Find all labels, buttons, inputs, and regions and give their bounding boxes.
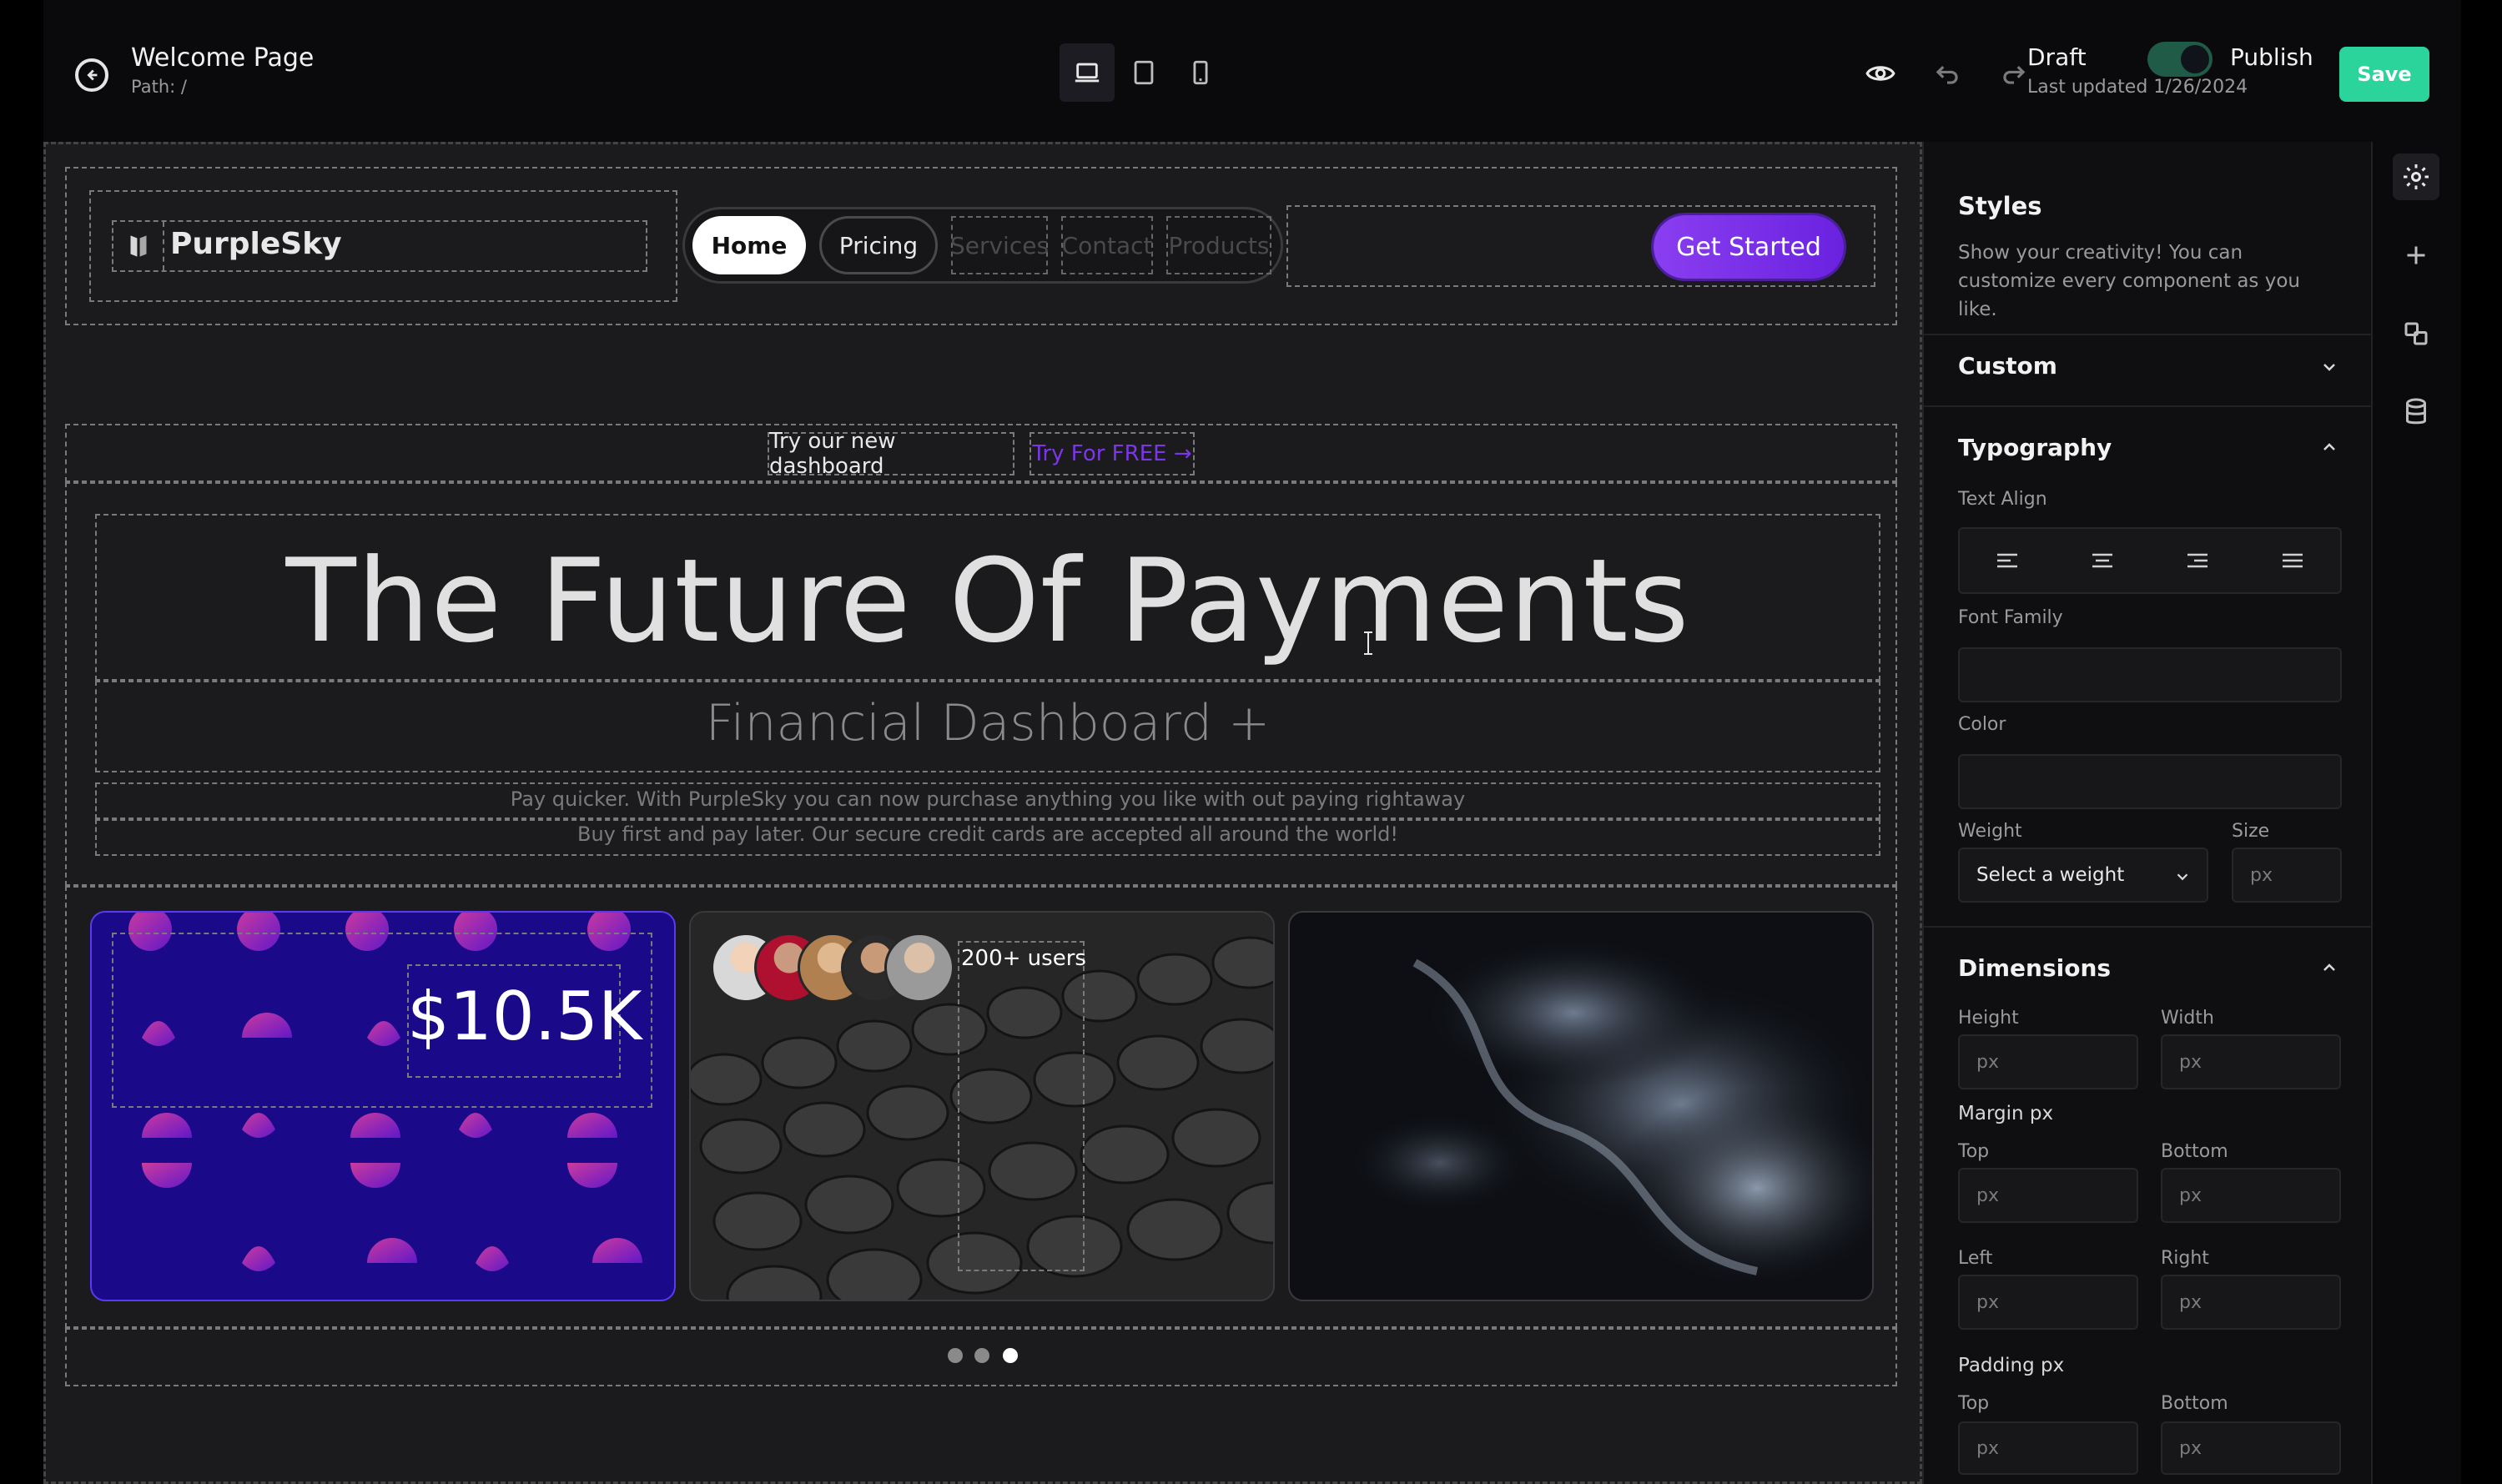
align-center-icon[interactable] xyxy=(2069,536,2136,586)
device-switcher xyxy=(1060,43,1228,102)
padding-top-input[interactable]: px xyxy=(1958,1421,2138,1475)
typography-section-title[interactable]: Typography xyxy=(1958,434,2112,461)
font-family-label: Font Family xyxy=(1958,607,2063,628)
chevron-up-icon[interactable] xyxy=(2319,958,2339,978)
page-path: Path: / xyxy=(131,77,187,97)
weight-select[interactable]: Select a weight xyxy=(1958,848,2208,903)
chevron-down-icon xyxy=(2177,873,2188,881)
margin-left-input[interactable]: px xyxy=(1958,1275,2138,1330)
database-icon[interactable] xyxy=(2393,389,2439,435)
color-label: Color xyxy=(1958,714,2006,735)
mobile-view-icon[interactable] xyxy=(1173,43,1228,102)
toggle-knob xyxy=(2181,45,2209,73)
divider xyxy=(1922,405,2371,407)
chevron-up-icon[interactable] xyxy=(2319,437,2339,457)
weight-label: Weight xyxy=(1958,821,2022,842)
carousel-dot[interactable] xyxy=(948,1348,963,1363)
draft-publish-toggle[interactable] xyxy=(2147,42,2213,77)
margin-top-input[interactable]: px xyxy=(1958,1168,2138,1223)
hero-title[interactable]: The Future Of Payments xyxy=(95,534,1880,668)
try-free-link[interactable]: Try For FREE → xyxy=(1029,432,1195,475)
brand-name: PurpleSky xyxy=(170,227,342,261)
custom-section-title[interactable]: Custom xyxy=(1958,352,2057,380)
margin-bottom-label: Bottom xyxy=(2161,1141,2228,1162)
divider xyxy=(1922,926,2371,928)
dimensions-section-title[interactable]: Dimensions xyxy=(1958,954,2111,982)
styles-title: Styles xyxy=(1958,192,2042,220)
avatar-stack xyxy=(711,933,954,1003)
announcement-text: Try our new dashboard xyxy=(768,429,1014,479)
settings-gear-icon[interactable] xyxy=(2393,153,2439,200)
weight-select-value: Select a weight xyxy=(1976,864,2125,886)
margin-right-input[interactable]: px xyxy=(2161,1275,2341,1330)
nav-home[interactable]: Home xyxy=(692,216,806,274)
save-button[interactable]: Save xyxy=(2339,47,2429,102)
carousel-dot[interactable] xyxy=(974,1348,989,1363)
padding-bottom-input[interactable]: px xyxy=(2161,1421,2341,1475)
back-arrow-icon[interactable] xyxy=(75,58,108,92)
text-align-label: Text Align xyxy=(1958,489,2047,510)
book-logo-icon xyxy=(114,222,164,270)
abstract-smoke-image xyxy=(1348,938,1872,1288)
nav-services[interactable]: Services xyxy=(950,216,1049,274)
nav-pricing[interactable]: Pricing xyxy=(819,216,938,274)
size-label: Size xyxy=(2232,821,2270,842)
align-left-icon[interactable] xyxy=(1974,536,2041,586)
margin-left-label: Left xyxy=(1958,1248,1993,1269)
width-input[interactable]: px xyxy=(2161,1034,2341,1089)
text-align-group xyxy=(1958,527,2342,594)
margin-label: Margin px xyxy=(1958,1103,2054,1124)
last-updated-text: Last updated 1/26/2024 xyxy=(2027,77,2248,98)
color-input[interactable] xyxy=(1958,754,2342,809)
hero-description-2[interactable]: Buy first and pay later. Our secure cred… xyxy=(95,822,1880,846)
align-right-icon[interactable] xyxy=(2164,536,2231,586)
users-text-container[interactable] xyxy=(958,941,1085,1271)
align-justify-icon[interactable] xyxy=(2259,536,2326,586)
draft-label: Draft xyxy=(2027,43,2087,71)
add-plus-icon[interactable] xyxy=(2393,232,2439,279)
width-label: Width xyxy=(2161,1008,2214,1029)
carousel-dot-active[interactable] xyxy=(1003,1348,1018,1363)
text-cursor-icon xyxy=(1364,631,1372,655)
nav-contact[interactable]: Contact xyxy=(1061,216,1153,274)
avatar xyxy=(884,933,954,1003)
padding-label: Padding px xyxy=(1958,1355,2065,1376)
abstract-image-card[interactable] xyxy=(1288,911,1874,1301)
desktop-view-icon[interactable] xyxy=(1060,43,1115,102)
publish-label: Publish xyxy=(2230,43,2313,71)
tablet-view-icon[interactable] xyxy=(1116,43,1171,102)
padding-bottom-label: Bottom xyxy=(2161,1393,2228,1414)
preview-eye-icon[interactable] xyxy=(1859,52,1902,95)
users-count[interactable]: 200+ users xyxy=(961,946,1086,971)
font-size-input[interactable]: px xyxy=(2232,848,2342,903)
margin-bottom-input[interactable]: px xyxy=(2161,1168,2341,1223)
divider xyxy=(1922,334,2371,335)
nav-products[interactable]: Products xyxy=(1166,216,1271,274)
height-label: Height xyxy=(1958,1008,2019,1029)
margin-top-label: Top xyxy=(1958,1141,1990,1162)
editor-topbar: Welcome Page Path: / Draft Publish Last … xyxy=(43,0,2461,142)
margin-right-label: Right xyxy=(2161,1248,2209,1269)
shapes-icon[interactable] xyxy=(2393,310,2439,357)
get-started-button[interactable]: Get Started xyxy=(1654,215,1844,279)
height-input[interactable]: px xyxy=(1958,1034,2138,1089)
undo-icon[interactable] xyxy=(1926,52,1969,95)
font-family-input[interactable] xyxy=(1958,647,2342,702)
hero-subtitle[interactable]: Financial Dashboard + xyxy=(95,694,1880,752)
hero-description-1[interactable]: Pay quicker. With PurpleSky you can now … xyxy=(95,787,1880,811)
padding-top-label: Top xyxy=(1958,1393,1990,1414)
page-title: Welcome Page xyxy=(131,43,315,73)
stat-value[interactable]: $10.5K xyxy=(407,978,642,1055)
chevron-down-icon[interactable] xyxy=(2319,357,2339,377)
styles-description: Show your creativity! You can customize … xyxy=(1958,242,2300,320)
